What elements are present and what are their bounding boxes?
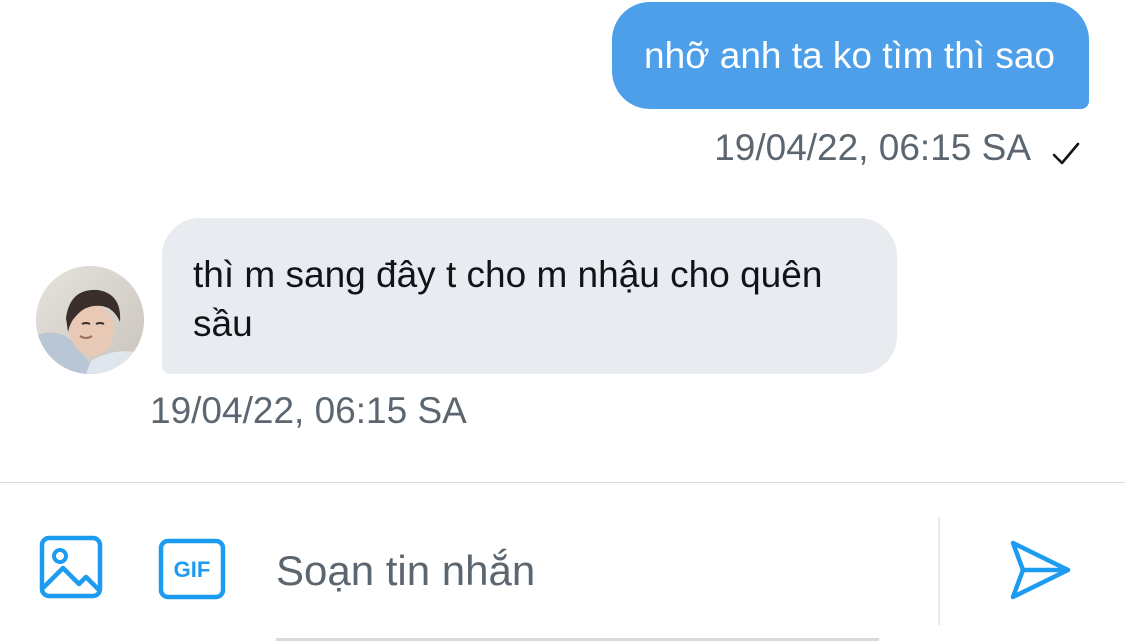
image-icon bbox=[39, 535, 103, 604]
gif-icon: GIF bbox=[158, 538, 226, 600]
outgoing-message-bubble[interactable]: nhỡ anh ta ko tìm thì sao bbox=[612, 2, 1089, 109]
send-icon bbox=[1008, 540, 1072, 605]
outgoing-message-timestamp: 19/04/22, 06:15 SA bbox=[714, 127, 1031, 168]
message-composer: GIF bbox=[0, 482, 1125, 641]
incoming-message-text: thì m sang đây t cho m nhậu cho quên sầu bbox=[193, 254, 823, 344]
outgoing-message-meta: 19/04/22, 06:15 SA bbox=[714, 124, 1081, 172]
check-icon bbox=[1051, 133, 1081, 165]
send-button[interactable] bbox=[1008, 539, 1072, 601]
avatar[interactable] bbox=[36, 266, 144, 374]
incoming-message-timestamp: 19/04/22, 06:15 SA bbox=[150, 390, 467, 431]
attach-image-button[interactable] bbox=[38, 535, 104, 604]
incoming-message-bubble[interactable]: thì m sang đây t cho m nhậu cho quên sầu bbox=[162, 218, 897, 374]
attach-gif-button[interactable]: GIF bbox=[158, 538, 226, 600]
conversation-thread: nhỡ anh ta ko tìm thì sao 19/04/22, 06:1… bbox=[0, 0, 1125, 482]
gif-label: GIF bbox=[174, 557, 211, 582]
message-input[interactable] bbox=[276, 541, 876, 601]
outgoing-message-text: nhỡ anh ta ko tìm thì sao bbox=[644, 35, 1055, 76]
composer-divider bbox=[938, 517, 940, 625]
